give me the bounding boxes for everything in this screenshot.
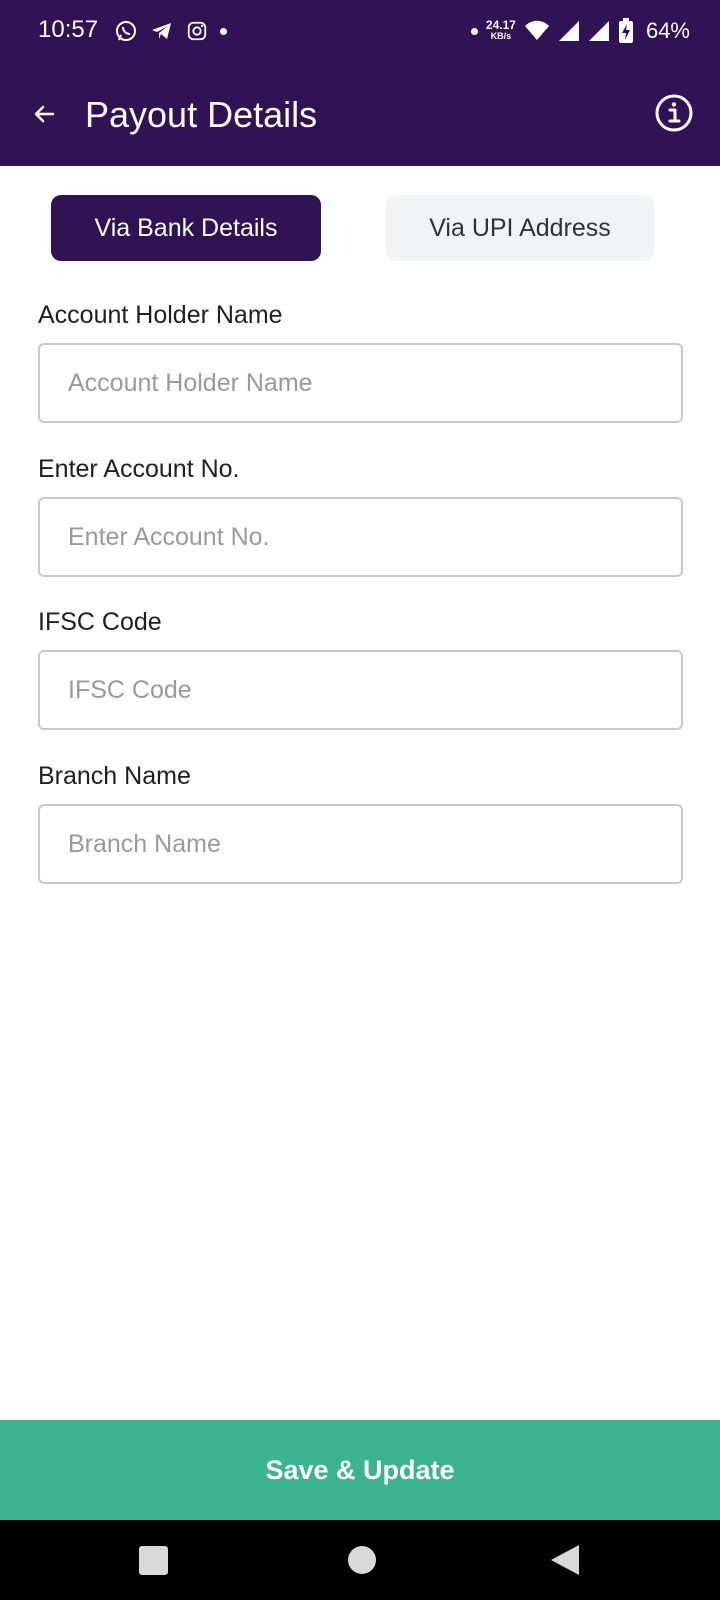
status-dot-icon <box>470 27 478 35</box>
telegram-icon <box>152 23 171 39</box>
notification-icons <box>114 16 227 46</box>
arrow-left-icon <box>34 105 55 123</box>
info-button[interactable] <box>654 93 694 133</box>
tab-via-bank-details[interactable]: Via Bank Details <box>51 195 321 261</box>
account-holder-name-input[interactable] <box>38 343 683 423</box>
tab-via-upi-address[interactable]: Via UPI Address <box>386 195 654 261</box>
account-number-label: Enter Account No. <box>38 455 240 483</box>
signal-icon-2 <box>588 21 609 41</box>
save-update-button[interactable]: Save & Update <box>0 1420 720 1520</box>
back-button[interactable] <box>26 96 62 132</box>
network-speed: 24.17 KB/s <box>485 18 516 42</box>
branch-name-label: Branch Name <box>38 762 191 790</box>
instagram-icon <box>187 21 207 41</box>
ifsc-code-label: IFSC Code <box>38 608 162 636</box>
network-speed-value: 24.17 <box>485 18 516 32</box>
back-triangle-icon[interactable] <box>551 1545 579 1575</box>
signal-icon <box>558 21 579 41</box>
recents-square-icon[interactable] <box>139 1546 168 1575</box>
wifi-icon <box>524 20 549 40</box>
account-number-input[interactable] <box>38 497 683 577</box>
info-icon <box>655 94 693 132</box>
page-title: Payout Details <box>85 94 318 135</box>
status-bar: 10:57 24.17 KB/s 64% <box>0 0 720 64</box>
battery-charging-icon <box>618 18 633 43</box>
account-holder-name-label: Account Holder Name <box>38 301 283 329</box>
whatsapp-icon <box>116 21 136 41</box>
system-nav-bar <box>0 1520 720 1600</box>
branch-name-input[interactable] <box>38 804 683 884</box>
more-notifications-dot-icon <box>220 27 227 35</box>
app-bar: Payout Details <box>0 64 720 166</box>
battery-percent: 64% <box>645 18 690 43</box>
network-speed-unit: KB/s <box>490 31 512 41</box>
home-circle-icon[interactable] <box>348 1546 376 1574</box>
ifsc-code-input[interactable] <box>38 650 683 730</box>
status-time: 10:57 <box>38 16 99 43</box>
system-status: 24.17 KB/s 64% <box>470 14 690 48</box>
